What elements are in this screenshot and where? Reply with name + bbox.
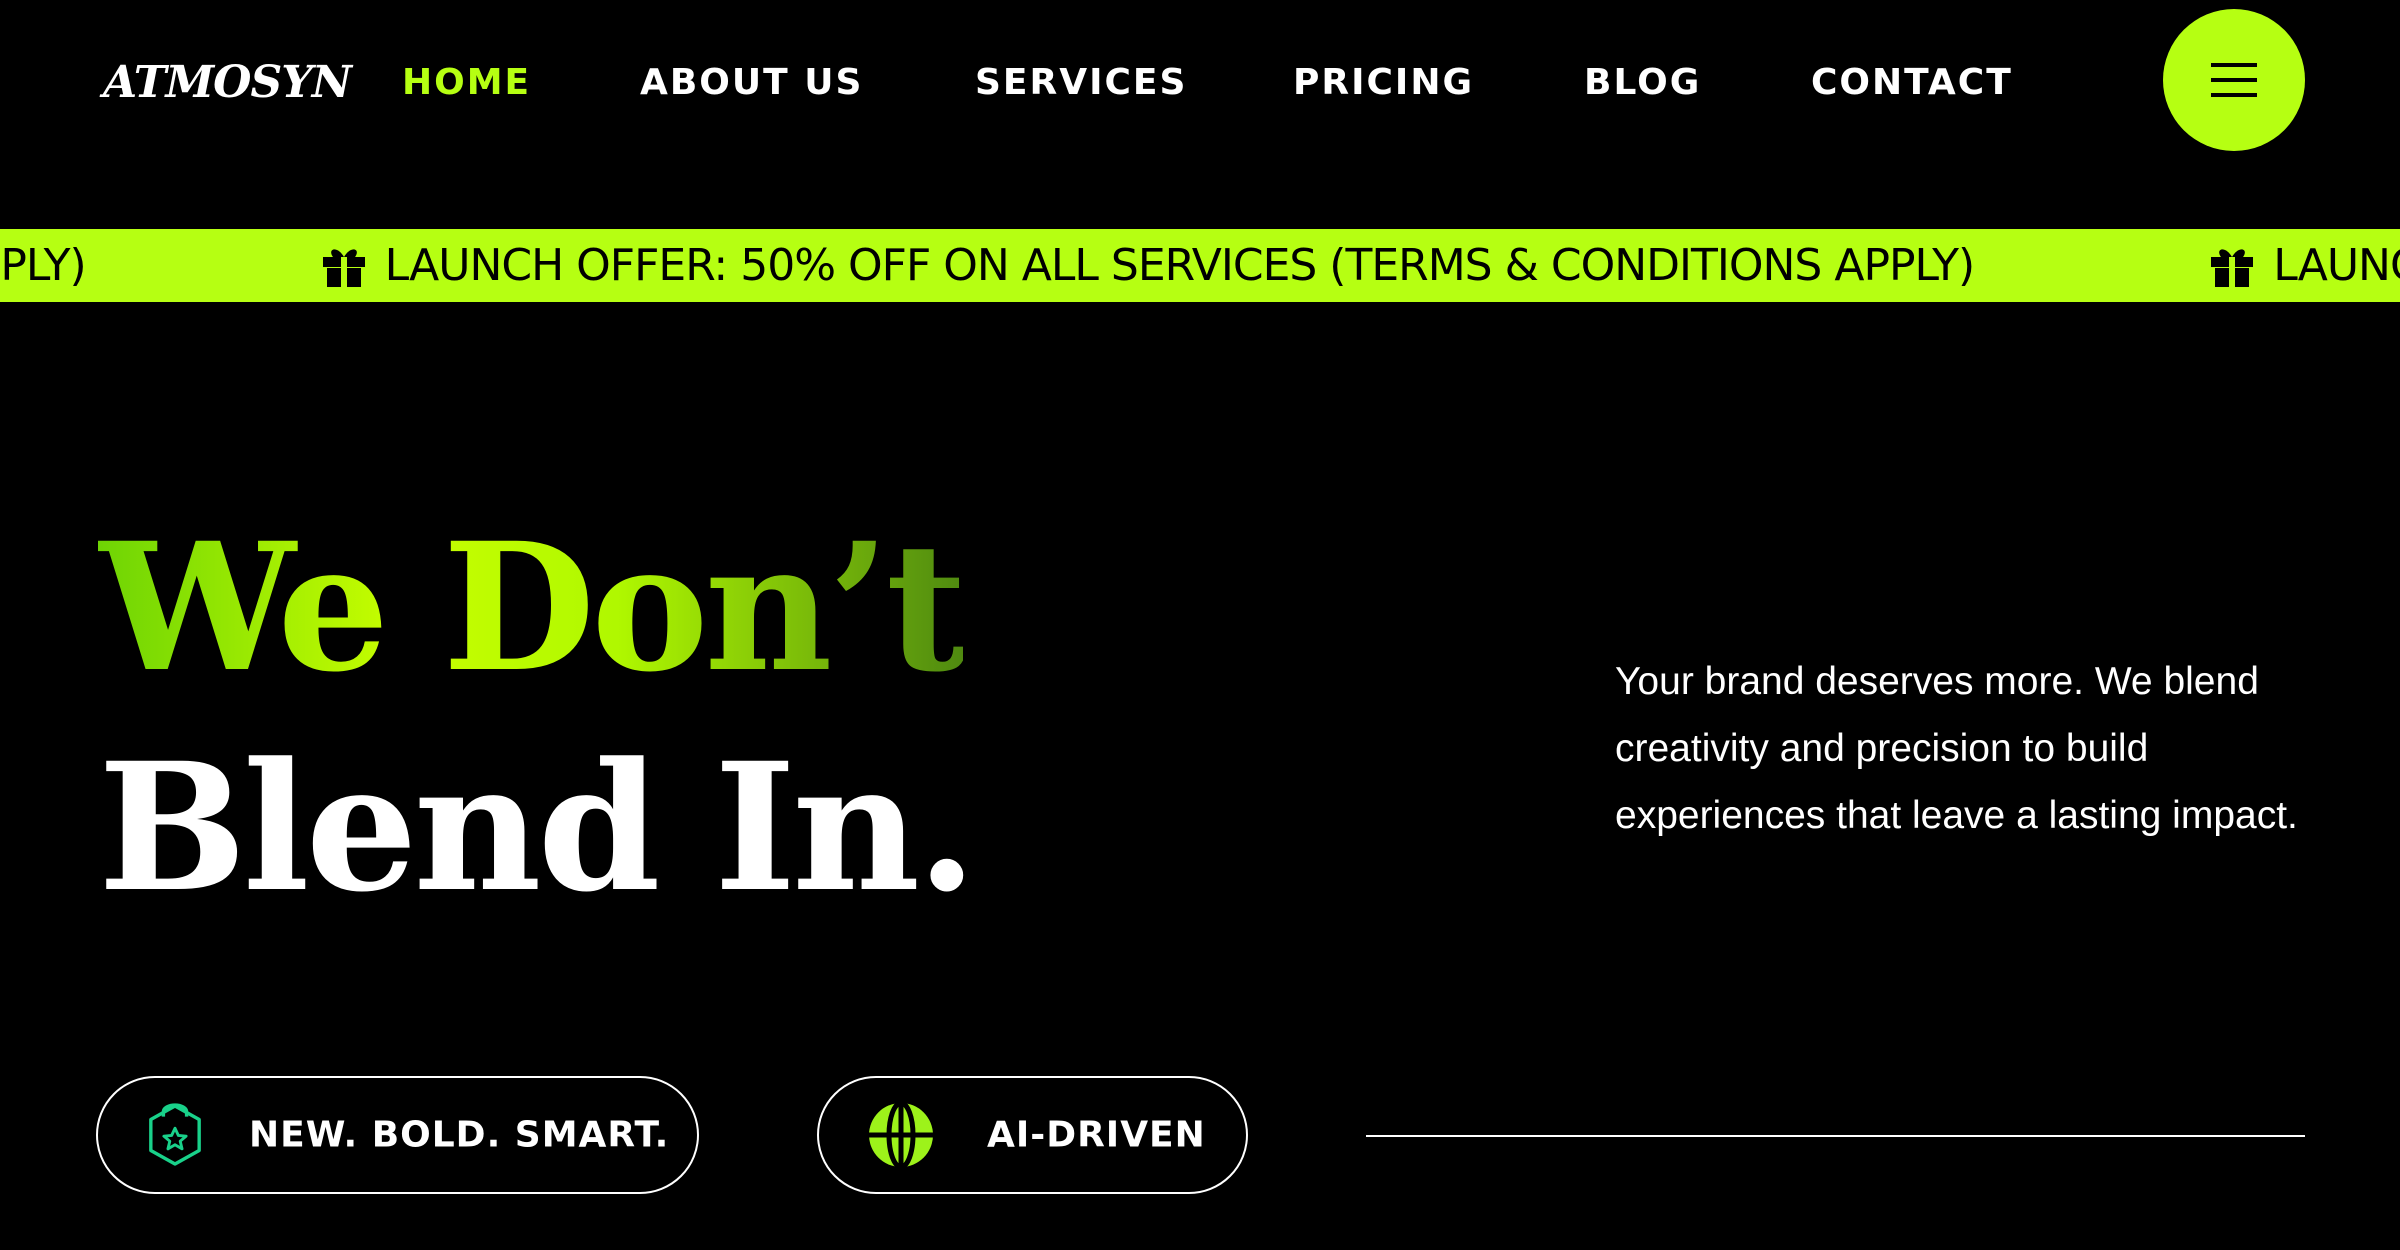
nav-item-pricing[interactable]: PRICING — [1293, 62, 1474, 103]
pill-label: NEW. BOLD. SMART. — [249, 1114, 670, 1156]
pill-label: AI-DRIVEN — [987, 1114, 1206, 1156]
globe-icon — [867, 1101, 935, 1169]
nav-item-about-us[interactable]: ABOUT US — [640, 62, 863, 103]
hero-headline-line1: We Don’t — [98, 504, 967, 711]
nav-item-services[interactable]: SERVICES — [975, 62, 1187, 103]
ticker-text: LAUNCH OFFER: 50% OFF ON ALL SERVICES (T… — [2273, 240, 2400, 291]
ticker-item: LAUNCH OFFER: 50% OFF ON ALL SERVICES (T… — [319, 240, 1975, 291]
pill-new-bold-smart[interactable]: NEW. BOLD. SMART. — [96, 1076, 699, 1194]
gift-icon — [2207, 241, 2257, 291]
shield-badge-icon — [146, 1102, 204, 1168]
pill-ai-driven[interactable]: AI-DRIVEN — [817, 1076, 1248, 1194]
menu-button[interactable] — [2163, 9, 2305, 151]
nav-item-contact[interactable]: CONTACT — [1811, 62, 2013, 103]
ticker-text: LAUNCH OFFER: 50% OFF ON ALL SERVICES (T… — [0, 240, 87, 291]
ticker-item: LAUNCH OFFER: 50% OFF ON ALL SERVICES (T… — [2207, 240, 2400, 291]
ticker-text: LAUNCH OFFER: 50% OFF ON ALL SERVICES (T… — [384, 240, 1976, 291]
nav-item-home[interactable]: HOME — [402, 62, 531, 103]
hero-headline-line2: Blend In. — [98, 724, 977, 931]
promo-ticker: LAUNCH OFFER: 50% OFF ON ALL SERVICES (T… — [0, 229, 2400, 302]
hero-description: Your brand deserves more. We blend creat… — [1615, 660, 2298, 837]
ticker-track: LAUNCH OFFER: 50% OFF ON ALL SERVICES (T… — [0, 229, 2400, 302]
nav-item-blog[interactable]: BLOG — [1584, 62, 1701, 103]
brand-logo[interactable]: ATMOSYN — [103, 52, 352, 112]
hamburger-icon — [2211, 63, 2257, 97]
gift-icon — [319, 241, 369, 291]
ticker-item: LAUNCH OFFER: 50% OFF ON ALL SERVICES (T… — [0, 240, 87, 291]
divider — [1366, 1135, 2305, 1137]
